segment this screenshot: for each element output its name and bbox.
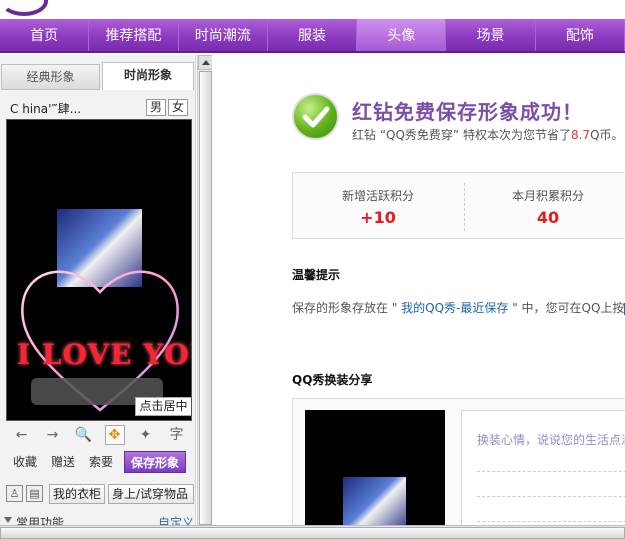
success-subtitle: 红钻 “QQ秀免费穿” 特权本次为您节省了8.7Q币。 xyxy=(352,126,624,143)
share-avatar-thumbnail xyxy=(305,410,445,525)
love-you-text: I LOVE YOU xyxy=(17,338,191,371)
save-disk-icon[interactable]: ▤ xyxy=(26,485,43,502)
nav-scene[interactable]: 场景 xyxy=(446,19,536,51)
nickname-row: C hina'‴肆... 男 女 xyxy=(5,97,192,117)
scrollbar-thumb[interactable] xyxy=(199,71,212,525)
score-box: 新增活跃积分 +10 本月积累积分 40 xyxy=(292,172,625,239)
share-title: QQ秀换装分享 xyxy=(292,373,373,387)
nav-accessories[interactable]: 配饰 xyxy=(536,19,625,51)
center-avatar-button[interactable]: 点击居中 xyxy=(135,397,191,416)
sex-female-button[interactable]: 女 xyxy=(168,99,188,116)
vertical-scrollbar[interactable] xyxy=(197,55,213,525)
tips-suffix: " 中，您可在QQ上按 xyxy=(508,301,625,315)
avatar-actions: 收藏 赠送 索要 保存形象 xyxy=(6,451,192,475)
move-glyph: ✥ xyxy=(104,425,125,445)
closet-row: ♙ ▤ 我的衣柜 身上/试穿物品 xyxy=(4,483,194,505)
input-line xyxy=(477,471,625,472)
success-check-icon xyxy=(292,93,339,140)
tab-classic-look[interactable]: 经典形象 xyxy=(1,64,100,90)
active-score-label: 新增活跃积分 xyxy=(341,189,414,203)
tab-fashion-look[interactable]: 时尚形象 xyxy=(102,62,194,90)
share-mood-input[interactable]: 换装心情，说说您的生活点滴 xyxy=(461,410,625,525)
nav-recommend[interactable]: 推荐搭配 xyxy=(89,19,179,51)
avatar-panel: 经典形象 时尚形象 C hina'‴肆... 男 女 I LOVE YOU 点击… xyxy=(0,55,196,525)
common-functions-label[interactable]: 常用功能 xyxy=(16,514,64,525)
nav-clothing[interactable]: 服装 xyxy=(268,19,358,51)
undo-arrow-icon[interactable]: ← xyxy=(6,423,37,447)
month-score: 本月积累积分 40 xyxy=(463,187,625,227)
avatar-tabs: 经典形象 时尚形象 xyxy=(0,60,195,90)
share-placeholder: 换装心情，说说您的生活点滴 xyxy=(477,433,625,447)
success-sub-prefix: 红钻 “QQ秀免费穿” 特权本次为您节省了 xyxy=(352,128,571,142)
horizontal-scrollbar-thumb[interactable] xyxy=(0,527,625,539)
save-result-panel: 红钻免费保存形象成功！ 红钻 “QQ秀免费穿” 特权本次为您节省了8.7Q币。 … xyxy=(212,55,625,525)
tips-title: 温馨提示 xyxy=(292,268,341,282)
success-title: 红钻免费保存形象成功！ xyxy=(352,100,583,124)
avatar-preview[interactable]: I LOVE YOU 点击居中 xyxy=(6,119,192,421)
gift-button[interactable]: 赠送 xyxy=(44,451,82,473)
nav-fashion[interactable]: 时尚潮流 xyxy=(179,19,268,51)
favorite-button[interactable]: 收藏 xyxy=(6,451,44,473)
move-icon[interactable]: ✥ xyxy=(99,423,130,447)
qq-show-logo-icon xyxy=(0,0,48,16)
main-nav: 首页 推荐搭配 时尚潮流 服装 头像 场景 配饰 xyxy=(0,19,625,53)
nickname: C hina'‴肆... xyxy=(10,102,82,116)
common-functions-row: 常用功能 自定义 xyxy=(0,514,195,525)
request-button[interactable]: 索要 xyxy=(82,451,120,473)
redo-arrow-icon[interactable]: → xyxy=(37,423,68,447)
nav-avatar[interactable]: 头像 xyxy=(357,19,447,51)
save-look-button[interactable]: 保存形象 xyxy=(124,451,186,473)
month-score-label: 本月积累积分 xyxy=(511,189,584,203)
share-box: 换装心情，说说您的生活点滴 xyxy=(292,398,625,525)
month-score-value: 40 xyxy=(536,208,560,227)
text-icon[interactable]: 字 xyxy=(161,423,192,447)
saved-amount: 8.7 xyxy=(570,128,591,142)
nav-home[interactable]: 首页 xyxy=(0,19,90,51)
horizontal-scrollbar[interactable] xyxy=(0,525,625,539)
success-sub-suffix: Q币。 xyxy=(590,128,624,142)
input-line xyxy=(477,496,625,497)
customize-link[interactable]: 自定义 xyxy=(158,514,194,525)
my-closet-button[interactable]: 我的衣柜 xyxy=(49,484,105,504)
scroll-up-arrow-icon[interactable] xyxy=(198,55,213,70)
collapse-triangle-icon[interactable] xyxy=(4,517,12,523)
tips-prefix: 保存的形象存放在 " xyxy=(292,301,402,315)
share-avatar-photo xyxy=(343,477,406,525)
active-score: 新增活跃积分 +10 xyxy=(293,187,463,227)
worn-items-button[interactable]: 身上/试穿物品 xyxy=(108,484,194,504)
active-score-value: +10 xyxy=(360,208,396,227)
magic-wand-icon[interactable]: ✦ xyxy=(130,423,161,447)
person-icon[interactable]: ♙ xyxy=(6,485,23,502)
input-line xyxy=(477,521,625,522)
zoom-icon[interactable]: 🔍 xyxy=(68,423,99,447)
avatar-toolbar: ← → 🔍 ✥ ✦ 字 xyxy=(6,423,192,447)
sex-male-button[interactable]: 男 xyxy=(146,99,166,116)
tips-text: 保存的形象存放在 " 我的QQ秀-最近保存 " 中，您可在QQ上按 xyxy=(292,299,625,316)
recent-saves-link[interactable]: 我的QQ秀-最近保存 xyxy=(401,301,508,315)
top-banner xyxy=(0,0,625,19)
